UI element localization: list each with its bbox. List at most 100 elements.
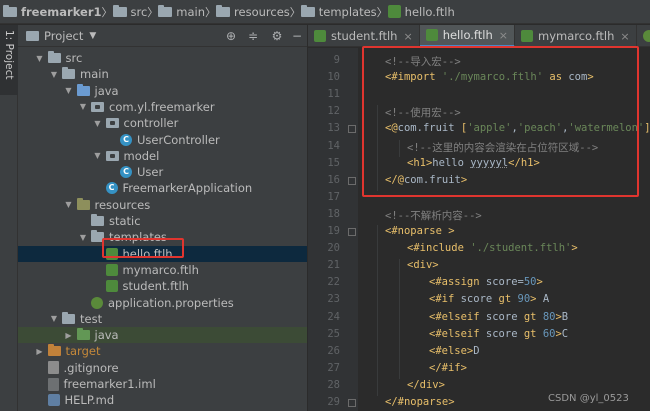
project-view-selector[interactable]: Project [44, 29, 83, 43]
tree-item[interactable]: C FreemarkerApplication [18, 180, 307, 196]
breadcrumb-separator-icon: 〉 [289, 5, 301, 19]
close-icon[interactable]: × [620, 30, 629, 43]
breadcrumb-item[interactable]: src [112, 0, 147, 23]
tree-item[interactable]: ▼ resources [18, 197, 307, 213]
tree-item[interactable]: freemarker1.iml [18, 376, 307, 392]
close-icon[interactable]: × [499, 29, 508, 42]
chevron-down-icon[interactable]: ▼ [89, 31, 96, 41]
tree-item[interactable]: ▼ java [18, 83, 307, 99]
code-token: <#else> [429, 344, 474, 357]
fold-marker-icon[interactable] [348, 228, 356, 236]
tree-item[interactable]: ▶ java [18, 327, 307, 344]
breadcrumb-item[interactable]: main [158, 0, 205, 23]
tree-item[interactable]: ▼ src [18, 50, 307, 66]
chevron-down-icon[interactable]: ▼ [78, 233, 88, 242]
code-line[interactable]: <#noparse > [385, 225, 455, 237]
tree-item[interactable]: ▼ model [18, 148, 307, 164]
chevron-down-icon[interactable]: ▼ [49, 314, 59, 323]
line-number: 25 [327, 327, 340, 340]
tree-item[interactable]: static [18, 213, 307, 229]
editor-tab[interactable]: hello.ftlh × [419, 25, 515, 46]
chevron-right-icon[interactable]: ▶ [35, 347, 45, 356]
tree-item[interactable]: ▼ main [18, 66, 307, 82]
tree-item[interactable]: .gitignore [18, 360, 307, 376]
editor-tab[interactable]: student.ftlh × [308, 25, 420, 46]
tree-item[interactable]: C User [18, 164, 307, 180]
tree-item[interactable]: ▶ target [18, 343, 307, 359]
chevron-down-icon[interactable]: ▼ [64, 200, 74, 209]
folder-icon [62, 67, 75, 80]
code-line[interactable]: </#noparse> [385, 396, 455, 408]
fold-marker-icon[interactable] [348, 176, 356, 185]
line-number: 28 [327, 378, 340, 391]
code-token: <!--不解析内容--> [385, 209, 482, 222]
package-icon [91, 101, 104, 112]
hide-icon[interactable]: − [290, 29, 304, 43]
chevron-down-icon[interactable]: ▼ [49, 70, 59, 79]
code-line[interactable]: <#assign score=50> [429, 276, 543, 288]
freemarker-file-icon [387, 5, 401, 18]
chevron-down-icon[interactable]: ▼ [35, 54, 45, 63]
code-line[interactable]: <#include './student.ftlh'> [407, 242, 578, 254]
code-line[interactable]: </div> [407, 379, 445, 391]
close-icon[interactable]: × [403, 30, 412, 43]
line-number: 10 [327, 71, 340, 84]
tree-item[interactable]: mymarco.ftlh [18, 262, 307, 278]
tree-item-label: HELP.md [64, 393, 115, 408]
code-token: B [561, 310, 569, 323]
line-number-gutter: 9 10 11 12 13 14 15 16 17 18 19 20 21 22 23 24 25 26 27 28 2… [308, 48, 358, 411]
fold-marker-icon[interactable] [348, 125, 356, 134]
code-token: score [485, 327, 524, 340]
code-line[interactable]: <!--不解析内容--> [385, 208, 482, 223]
editor-tab[interactable]: mymarco.ftlh × [515, 25, 637, 46]
code-token: </div> [407, 378, 445, 391]
chevron-right-icon[interactable]: ▶ [64, 331, 74, 340]
chevron-down-icon[interactable]: ▼ [93, 119, 103, 128]
tree-item[interactable]: HELP.md [18, 392, 307, 408]
breadcrumb-item[interactable]: resources [216, 0, 290, 23]
code-line[interactable]: <#elseif score gt 60>C [429, 328, 568, 340]
code-line[interactable]: <#else>D [429, 345, 480, 357]
tree-item[interactable]: ▼ test [18, 311, 307, 327]
breadcrumb-label: templates [318, 4, 377, 19]
code-token: </#noparse> [385, 396, 455, 408]
code-token: </#if> [429, 361, 467, 374]
tree-item[interactable]: ▼ com.yl.freemarker [18, 99, 307, 115]
code-line[interactable]: <#if score gt 90> A [429, 293, 549, 305]
line-number: 24 [327, 310, 340, 323]
line-number: 13 [327, 122, 340, 135]
gear-icon[interactable]: ⚙ [270, 29, 284, 43]
code-token: gt [498, 293, 518, 306]
code-line[interactable]: <div> [407, 259, 439, 271]
project-icon [26, 30, 39, 41]
folder-icon [47, 51, 61, 63]
tree-item[interactable]: C UserController [18, 132, 307, 148]
breadcrumb-item[interactable]: hello.ftlh [387, 0, 455, 23]
project-panel-header: Project ▼ ⊕ ≑ ⚙ − [18, 25, 307, 47]
chevron-down-icon[interactable]: ▼ [93, 151, 103, 160]
code-token: > [536, 276, 543, 289]
tree-item[interactable]: application.properties [18, 295, 307, 311]
project-tool-tab-label[interactable]: 1: Project [3, 30, 15, 79]
collapse-all-icon[interactable]: ≑ [246, 29, 260, 43]
folder-icon [62, 311, 75, 324]
editor-tab-label: student.ftlh [331, 29, 398, 43]
editor-tab[interactable]: applicat [637, 25, 650, 46]
breadcrumb-item[interactable]: freemarker1 [3, 0, 102, 23]
tree-item[interactable]: ▼ controller [18, 115, 307, 131]
locate-icon[interactable]: ⊕ [224, 29, 238, 43]
breadcrumb-item[interactable]: templates [300, 0, 377, 23]
folder-icon [91, 214, 104, 226]
tree-item-label: UserController [137, 132, 220, 147]
tree-item[interactable]: student.ftlh [18, 278, 307, 294]
editor-tabs: student.ftlh × hello.ftlh × mymarco.ftlh × app… [308, 25, 650, 47]
chevron-down-icon[interactable]: ▼ [78, 102, 88, 111]
fold-marker-icon[interactable] [348, 399, 356, 407]
tree-item-label: resources [94, 197, 151, 212]
code-line[interactable]: <#elseif score gt 80>B [429, 311, 568, 323]
code-token: A [542, 293, 550, 306]
code-line[interactable]: </#if> [429, 362, 467, 374]
chevron-down-icon[interactable]: ▼ [64, 86, 74, 95]
code-token: D [473, 344, 480, 357]
line-number: 19 [327, 225, 340, 237]
